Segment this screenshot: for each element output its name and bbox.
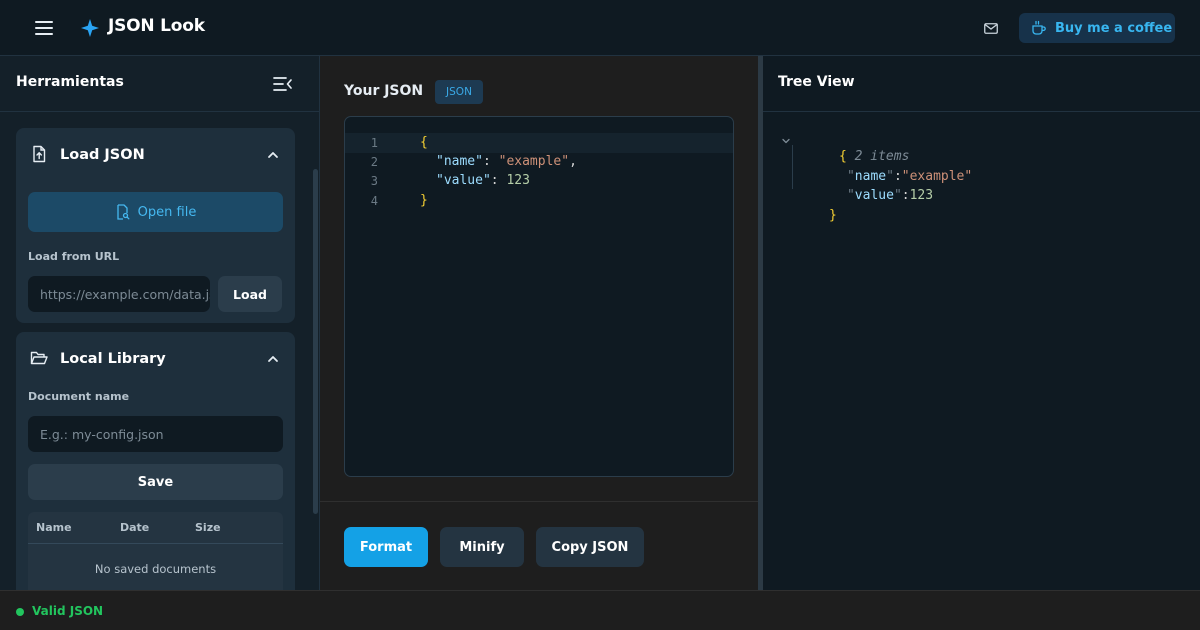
tree-view-header: Tree View bbox=[763, 56, 1200, 112]
json-string-value: "example" bbox=[498, 154, 570, 169]
comma: , bbox=[569, 154, 577, 169]
code-line[interactable]: 1 { bbox=[345, 133, 733, 153]
tree-view-panel: Tree View { 2 items "name":"example" "va… bbox=[763, 56, 1200, 590]
chevron-up-icon[interactable] bbox=[266, 352, 280, 366]
coffee-cup-icon bbox=[1032, 20, 1046, 35]
app-header: JSON Look Buy me a coffee bbox=[0, 0, 1200, 56]
line-number: 3 bbox=[370, 174, 378, 188]
line-number: 4 bbox=[370, 194, 378, 208]
open-file-label: Open file bbox=[137, 204, 197, 220]
app-title: JSON Look bbox=[108, 16, 205, 36]
column-header-size[interactable]: Size bbox=[195, 521, 221, 534]
file-upload-icon bbox=[33, 145, 46, 163]
hamburger-menu-icon[interactable] bbox=[30, 16, 58, 40]
document-name-label: Document name bbox=[28, 390, 130, 403]
save-button[interactable]: Save bbox=[28, 464, 283, 500]
open-brace: { bbox=[420, 135, 428, 150]
tree-indent-guide bbox=[792, 145, 793, 189]
json-key: "value" bbox=[436, 173, 491, 188]
file-search-icon bbox=[117, 204, 130, 220]
format-button[interactable]: Format bbox=[344, 527, 428, 567]
local-library-title: Local Library bbox=[60, 351, 166, 367]
coffee-button-label: Buy me a coffee bbox=[1055, 20, 1173, 36]
tree-root-close: } bbox=[782, 186, 837, 246]
load-json-title: Load JSON bbox=[60, 147, 145, 163]
tools-sidebar: Herramientas Load JSON Open file Load fr… bbox=[0, 56, 320, 590]
column-header-name[interactable]: Name bbox=[36, 521, 72, 534]
editor-actions: Format Minify Copy JSON bbox=[320, 501, 758, 590]
status-bar: Valid JSON bbox=[0, 590, 1200, 630]
empty-state-text: No saved documents bbox=[94, 562, 217, 576]
json-number-value: 123 bbox=[506, 173, 530, 188]
root-close-brace: } bbox=[828, 208, 837, 223]
collapse-sidebar-icon[interactable] bbox=[272, 75, 294, 93]
table-header: Name Date Size bbox=[28, 512, 283, 544]
close-brace: } bbox=[420, 193, 428, 208]
line-number: 1 bbox=[370, 136, 378, 150]
tree-key: value bbox=[854, 188, 894, 203]
column-header-date[interactable]: Date bbox=[120, 521, 149, 534]
minify-button[interactable]: Minify bbox=[440, 527, 524, 567]
json-editor-panel: Your JSON JSON 1 { 2 "name": "example", … bbox=[320, 56, 758, 590]
code-line[interactable]: 4 } bbox=[345, 191, 733, 211]
editor-title: Your JSON bbox=[344, 83, 424, 99]
json-key: "name" bbox=[436, 154, 483, 169]
load-url-button[interactable]: Load bbox=[218, 276, 282, 312]
status-indicator-dot bbox=[16, 608, 24, 616]
url-input[interactable] bbox=[28, 276, 210, 312]
sidebar-scrollbar-thumb[interactable] bbox=[313, 169, 318, 514]
document-name-input[interactable] bbox=[28, 416, 283, 452]
buy-me-a-coffee-button[interactable]: Buy me a coffee bbox=[1019, 13, 1175, 43]
line-number: 2 bbox=[370, 155, 378, 169]
sidebar-title: Herramientas bbox=[16, 74, 124, 90]
copy-json-button[interactable]: Copy JSON bbox=[536, 527, 644, 567]
sparkle-icon bbox=[81, 19, 99, 37]
load-from-url-label: Load from URL bbox=[28, 250, 120, 263]
status-text: Valid JSON bbox=[32, 604, 104, 618]
saved-documents-table: Name Date Size No saved documents bbox=[28, 512, 283, 590]
format-badge: JSON bbox=[435, 80, 483, 104]
code-line[interactable]: 2 "name": "example", bbox=[345, 152, 733, 172]
load-json-section: Load JSON Open file Load from URL Load bbox=[16, 128, 295, 323]
folder-open-icon bbox=[30, 351, 48, 365]
sidebar-header: Herramientas bbox=[0, 56, 319, 112]
tree-value: 123 bbox=[909, 188, 934, 203]
tree-view-title: Tree View bbox=[778, 74, 855, 90]
code-line[interactable]: 3 "value": 123 bbox=[345, 171, 733, 191]
chevron-down-icon[interactable] bbox=[781, 136, 791, 146]
local-library-section: Local Library Document name Save Name Da… bbox=[16, 332, 295, 590]
chevron-up-icon[interactable] bbox=[266, 148, 280, 162]
code-editor[interactable]: 1 { 2 "name": "example", 3 "value": 123 … bbox=[344, 116, 734, 477]
mail-icon[interactable] bbox=[980, 18, 1002, 38]
open-file-button[interactable]: Open file bbox=[28, 192, 283, 232]
